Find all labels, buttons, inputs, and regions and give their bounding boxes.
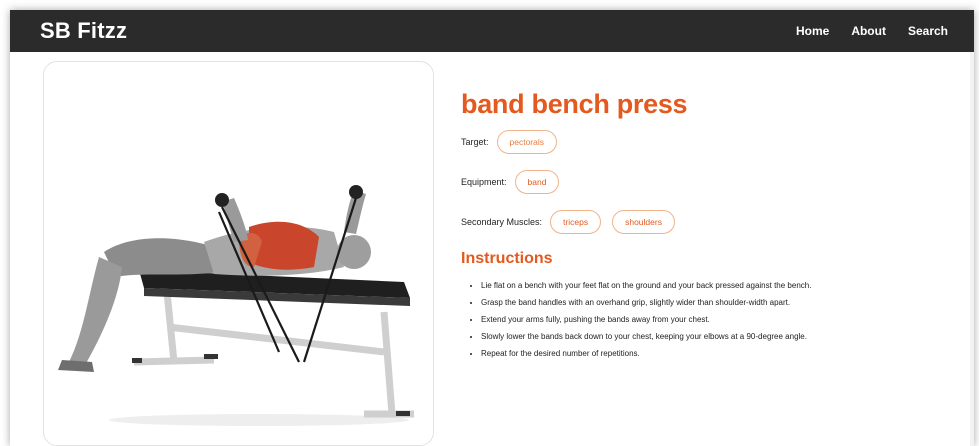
- band-handle-left: [215, 193, 229, 207]
- exercise-illustration: [58, 185, 414, 426]
- nav-link-search[interactable]: Search: [908, 24, 948, 38]
- instruction-item: Slowly lower the bands back down to your…: [481, 328, 961, 345]
- exercise-image-card: [43, 61, 434, 446]
- nav-link-about[interactable]: About: [851, 24, 886, 38]
- secondary-muscles-row: Secondary Muscles: triceps shoulders: [461, 210, 961, 234]
- target-label: Target:: [461, 137, 489, 147]
- instruction-item: Lie flat on a bench with your feet flat …: [481, 277, 961, 294]
- secondary-chip-shoulders[interactable]: shoulders: [612, 210, 675, 234]
- nav-links: Home About Search: [796, 24, 948, 38]
- nav-link-home[interactable]: Home: [796, 24, 829, 38]
- exercise-details: band bench press Target: pectorals Equip…: [461, 88, 961, 362]
- navbar: SB Fitzz Home About Search: [10, 10, 974, 52]
- instructions-heading: Instructions: [461, 250, 553, 267]
- target-chip[interactable]: pectorals: [496, 130, 558, 154]
- instruction-item: Repeat for the desired number of repetit…: [481, 345, 961, 362]
- instruction-item: Grasp the band handles with an overhand …: [481, 294, 961, 311]
- exercise-title: band bench press: [461, 89, 688, 119]
- equipment-row: Equipment: band: [461, 170, 961, 194]
- app-window: SB Fitzz Home About Search band bench pr…: [10, 10, 974, 446]
- band-handle-right: [349, 185, 363, 199]
- page-scrollbar[interactable]: [970, 52, 974, 446]
- instruction-item: Extend your arms fully, pushing the band…: [481, 311, 961, 328]
- equipment-label: Equipment:: [461, 177, 507, 187]
- instructions-list: Lie flat on a bench with your feet flat …: [461, 277, 961, 362]
- equipment-chip[interactable]: band: [514, 170, 560, 194]
- figure-foot: [58, 360, 94, 372]
- secondary-muscles-label: Secondary Muscles:: [461, 217, 543, 227]
- target-row: Target: pectorals: [461, 130, 961, 154]
- figure-shin: [69, 257, 122, 367]
- brand-logo[interactable]: SB Fitzz: [40, 18, 127, 44]
- secondary-chip-triceps[interactable]: triceps: [550, 210, 602, 234]
